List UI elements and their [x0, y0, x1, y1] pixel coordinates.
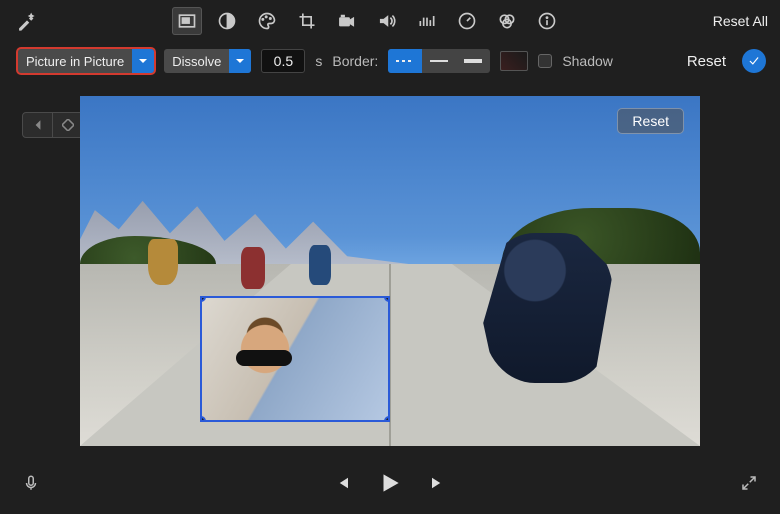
duration-unit: s: [315, 53, 322, 69]
fullscreen-icon[interactable]: [740, 474, 758, 497]
transition-label: Dissolve: [172, 54, 221, 69]
border-style-thin[interactable]: [422, 49, 456, 73]
microphone-icon[interactable]: [22, 474, 40, 497]
color-filter-icon[interactable]: [492, 7, 522, 35]
reset-button[interactable]: Reset: [687, 53, 726, 70]
border-label: Border:: [332, 53, 378, 69]
overlay-settings-bar: Picture in Picture Dissolve s Border: Sh…: [0, 42, 780, 80]
palette-icon[interactable]: [252, 7, 282, 35]
transition-dropdown[interactable]: Dissolve: [164, 49, 251, 73]
pip-handle-bl[interactable]: [200, 416, 206, 422]
border-style-segmented[interactable]: [388, 49, 490, 73]
overlay-mode-label: Picture in Picture: [26, 54, 124, 69]
shadow-checkbox[interactable]: [538, 54, 552, 68]
camera-icon[interactable]: [332, 7, 362, 35]
overlay-mode-dropdown[interactable]: Picture in Picture: [18, 49, 154, 73]
border-color-swatch[interactable]: [500, 51, 528, 71]
crop-icon[interactable]: [292, 7, 322, 35]
top-toolbar: Reset All: [0, 0, 780, 42]
color-balance-icon[interactable]: [212, 7, 242, 35]
pip-overlay-clip[interactable]: [200, 296, 390, 422]
playback-bar: [0, 456, 780, 514]
keyframe-prev-button[interactable]: [23, 113, 53, 137]
border-style-dashed[interactable]: [388, 49, 422, 73]
confirm-button[interactable]: [742, 49, 766, 73]
pip-handle-br[interactable]: [384, 416, 390, 422]
prev-button[interactable]: [333, 474, 351, 497]
reset-all-button[interactable]: Reset All: [713, 13, 768, 29]
speed-icon[interactable]: [452, 7, 482, 35]
magic-wand-icon[interactable]: [12, 7, 42, 35]
overlay-icon[interactable]: [172, 7, 202, 35]
border-style-thick[interactable]: [456, 49, 490, 73]
equalizer-icon[interactable]: [412, 7, 442, 35]
next-button[interactable]: [429, 474, 447, 497]
chevron-down-icon: [132, 49, 154, 73]
pip-handle-tl[interactable]: [200, 296, 206, 302]
pip-handle-tr[interactable]: [384, 296, 390, 302]
preview-reset-button[interactable]: Reset: [617, 108, 684, 134]
duration-input[interactable]: [261, 49, 305, 73]
info-icon[interactable]: [532, 7, 562, 35]
play-button[interactable]: [377, 470, 403, 501]
volume-icon[interactable]: [372, 7, 402, 35]
shadow-label: Shadow: [562, 53, 613, 69]
preview-main-clip: [80, 96, 700, 446]
chevron-down-icon: [229, 49, 251, 73]
keyframe-add-button[interactable]: [53, 113, 83, 137]
video-preview[interactable]: Reset: [80, 96, 700, 446]
